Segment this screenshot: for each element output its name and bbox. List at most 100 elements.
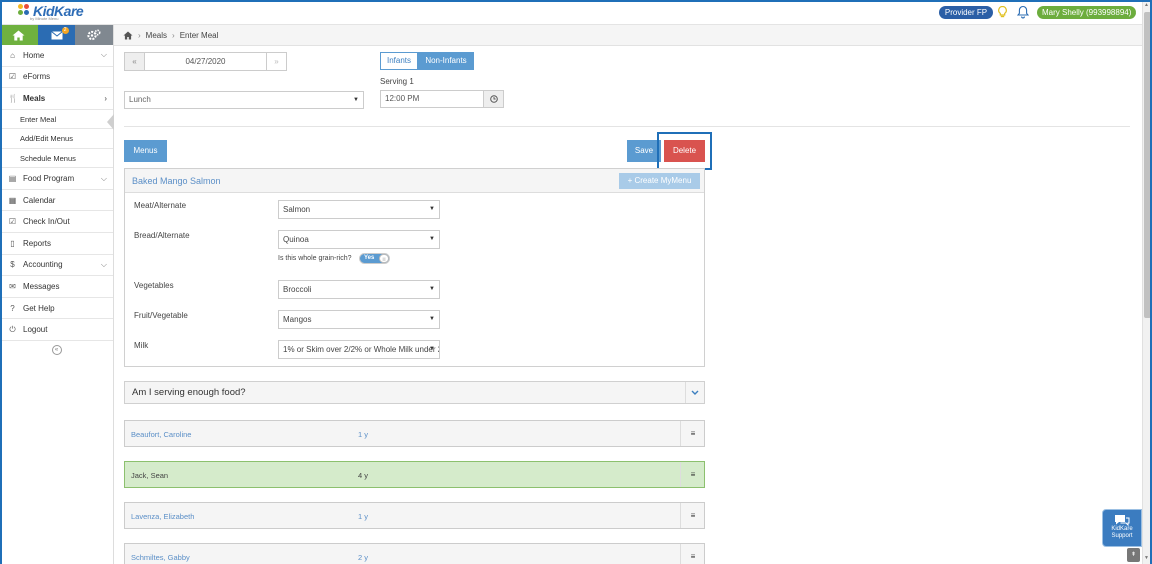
sidebar-item-check-in-out[interactable]: ☑ Check In/Out (0, 211, 113, 234)
sidebar-item-food-program[interactable]: ▤ Food Program ⌵ (0, 168, 113, 190)
chevron-down-icon: ⌵ (100, 259, 107, 269)
date-picker: « 04/27/2020 » (124, 52, 287, 71)
home-icon (12, 30, 25, 40)
create-mymenu-button[interactable]: + Create MyMenu (619, 173, 700, 189)
tab-messages[interactable]: 2 (37, 25, 76, 45)
chevron-right-icon: › (104, 93, 107, 103)
lightbulb-icon[interactable] (998, 5, 1007, 21)
toggle-knob: ||| (379, 254, 389, 263)
serving-enough-accordion[interactable]: Am I serving enough food? (124, 381, 705, 404)
next-date-button[interactable]: » (267, 53, 286, 70)
serving-time-input[interactable]: 12:00 PM (381, 91, 483, 107)
sidebar-subitem-label: Schedule Menus (20, 153, 76, 163)
page-scrollbar[interactable]: ▲ ▼ (1142, 0, 1152, 564)
checkbox-icon: ☑ (8, 217, 17, 227)
child-row[interactable]: Schmiltes, Gabby 2 y ≡ (124, 543, 705, 564)
hamburger-menu-icon[interactable]: ≡ (680, 421, 705, 446)
child-age: 4 y (358, 471, 369, 480)
sidebar-item-logout[interactable]: ⏻ Logout (0, 319, 113, 342)
sidebar-item-label: Logout (23, 325, 48, 335)
user-menu-button[interactable]: Mary Shelly (993998894) ⌵ (1037, 6, 1141, 19)
toggle-label: Yes (364, 255, 375, 261)
tab-non-infants[interactable]: Non-Infants (418, 52, 474, 70)
delete-highlight-box (657, 132, 712, 170)
scrollbar-thumb[interactable] (1144, 12, 1151, 318)
clock-button[interactable] (483, 91, 503, 107)
fruit-vegetable-select[interactable]: Mangos ▼ (278, 310, 440, 329)
home-icon[interactable] (123, 31, 133, 40)
chat-icon (1114, 514, 1130, 527)
tab-settings[interactable] (75, 25, 114, 45)
component-label-vegetables: Vegetables (134, 281, 174, 290)
hamburger-menu-icon[interactable]: ≡ (680, 503, 705, 528)
collapse-sidebar-button[interactable]: « (51, 345, 62, 356)
user-name: Mary Shelly (993998894) (1042, 8, 1132, 17)
bell-icon[interactable] (1016, 5, 1030, 19)
whole-grain-question: Is this whole grain-rich? (278, 255, 352, 262)
sidebar-item-get-help[interactable]: ? Get Help (0, 298, 113, 320)
component-label-meat: Meat/Alternate (134, 201, 187, 210)
vegetables-select[interactable]: Broccoli ▼ (278, 280, 440, 299)
child-row[interactable]: Jack, Sean 4 y ≡ (124, 461, 705, 488)
menu-panel-header: Baked Mango Salmon + Create MyMenu (125, 169, 704, 193)
child-name[interactable]: Jack, Sean (131, 471, 168, 480)
caret-down-icon: ▼ (429, 346, 435, 352)
sidebar-item-label: Food Program (23, 174, 75, 184)
sidebar-item-eforms[interactable]: ☑ eForms (0, 67, 113, 89)
support-line2: Support (1111, 533, 1133, 539)
child-name[interactable]: Schmiltes, Gabby (131, 553, 190, 562)
tab-home[interactable] (0, 25, 38, 45)
hamburger-menu-icon[interactable]: ≡ (680, 462, 705, 487)
active-pointer (107, 113, 114, 130)
bread-alternate-select[interactable]: Quinoa ▼ (278, 230, 440, 249)
child-age: 1 y (358, 512, 369, 521)
date-input[interactable]: 04/27/2020 (144, 53, 267, 70)
meal-type-select[interactable]: Lunch ▼ (124, 91, 364, 109)
milk-select[interactable]: 1% or Skim over 2/2% or Whole Milk under… (278, 340, 440, 359)
provider-button[interactable]: Provider FP (939, 6, 993, 19)
scroll-to-top-button[interactable]: ⇞ (1127, 548, 1140, 562)
scroll-up-icon[interactable]: ▲ (1144, 2, 1149, 8)
envelope-icon (50, 30, 63, 39)
sidebar-subitem-label: Enter Meal (20, 114, 57, 124)
meat-alternate-select[interactable]: Salmon ▼ (278, 200, 440, 219)
select-value: Salmon (283, 205, 311, 214)
component-label-bread: Bread/Alternate (134, 231, 190, 240)
caret-down-icon: ▼ (429, 236, 435, 242)
sidebar-item-meals[interactable]: 🍴 Meals › (0, 88, 113, 110)
menus-button[interactable]: Menus (124, 140, 167, 162)
sidebar-item-label: Reports (23, 238, 52, 248)
sidebar-subitem-add-edit-menus[interactable]: Add/Edit Menus (0, 129, 113, 149)
sidebar-item-home[interactable]: ⌂ Home ⌵ (0, 45, 113, 67)
sidebar-item-reports[interactable]: ▯ Reports (0, 233, 113, 255)
sidebar-item-messages[interactable]: ✉ Messages (0, 276, 113, 298)
scroll-down-icon[interactable]: ▼ (1144, 555, 1149, 561)
whole-grain-toggle[interactable]: Yes ||| (359, 253, 390, 264)
sidebar-item-calendar[interactable]: ▦ Calendar (0, 190, 113, 212)
breadcrumb-meals[interactable]: Meals (146, 31, 167, 40)
sidebar-subitem-enter-meal[interactable]: Enter Meal (0, 109, 114, 130)
hamburger-menu-icon[interactable]: ≡ (680, 544, 705, 564)
power-icon: ⏻ (9, 325, 16, 335)
tab-infants[interactable]: Infants (380, 52, 418, 70)
serving-label: Serving 1 (380, 77, 414, 86)
sidebar-item-accounting[interactable]: $ Accounting ⌵ (0, 255, 113, 277)
sidebar-item-label: Check In/Out (23, 217, 70, 227)
child-name[interactable]: Lavenza, Elizabeth (131, 512, 194, 521)
top-bar: KidKare by Minute Menu Provider FP Mary … (0, 0, 1152, 25)
sidebar-subitem-schedule-menus[interactable]: Schedule Menus (0, 149, 113, 169)
checkbox-icon: ☑ (8, 72, 17, 82)
previous-date-button[interactable]: « (125, 53, 144, 70)
breadcrumb-separator: › (138, 30, 141, 40)
kidkare-support-button[interactable]: KidKare Support (1102, 509, 1142, 547)
document-icon: ▯ (10, 238, 15, 248)
sidebar-item-label: eForms (23, 72, 51, 82)
child-name[interactable]: Beaufort, Caroline (131, 430, 191, 439)
chevron-down-icon[interactable] (685, 382, 704, 403)
sidebar-item-label: Home (23, 50, 45, 60)
child-row[interactable]: Beaufort, Caroline 1 y ≡ (124, 420, 705, 447)
component-label-milk: Milk (134, 341, 149, 350)
child-row[interactable]: Lavenza, Elizabeth 1 y ≡ (124, 502, 705, 529)
menu-title: Baked Mango Salmon (132, 176, 221, 186)
save-button[interactable]: Save (627, 140, 661, 162)
